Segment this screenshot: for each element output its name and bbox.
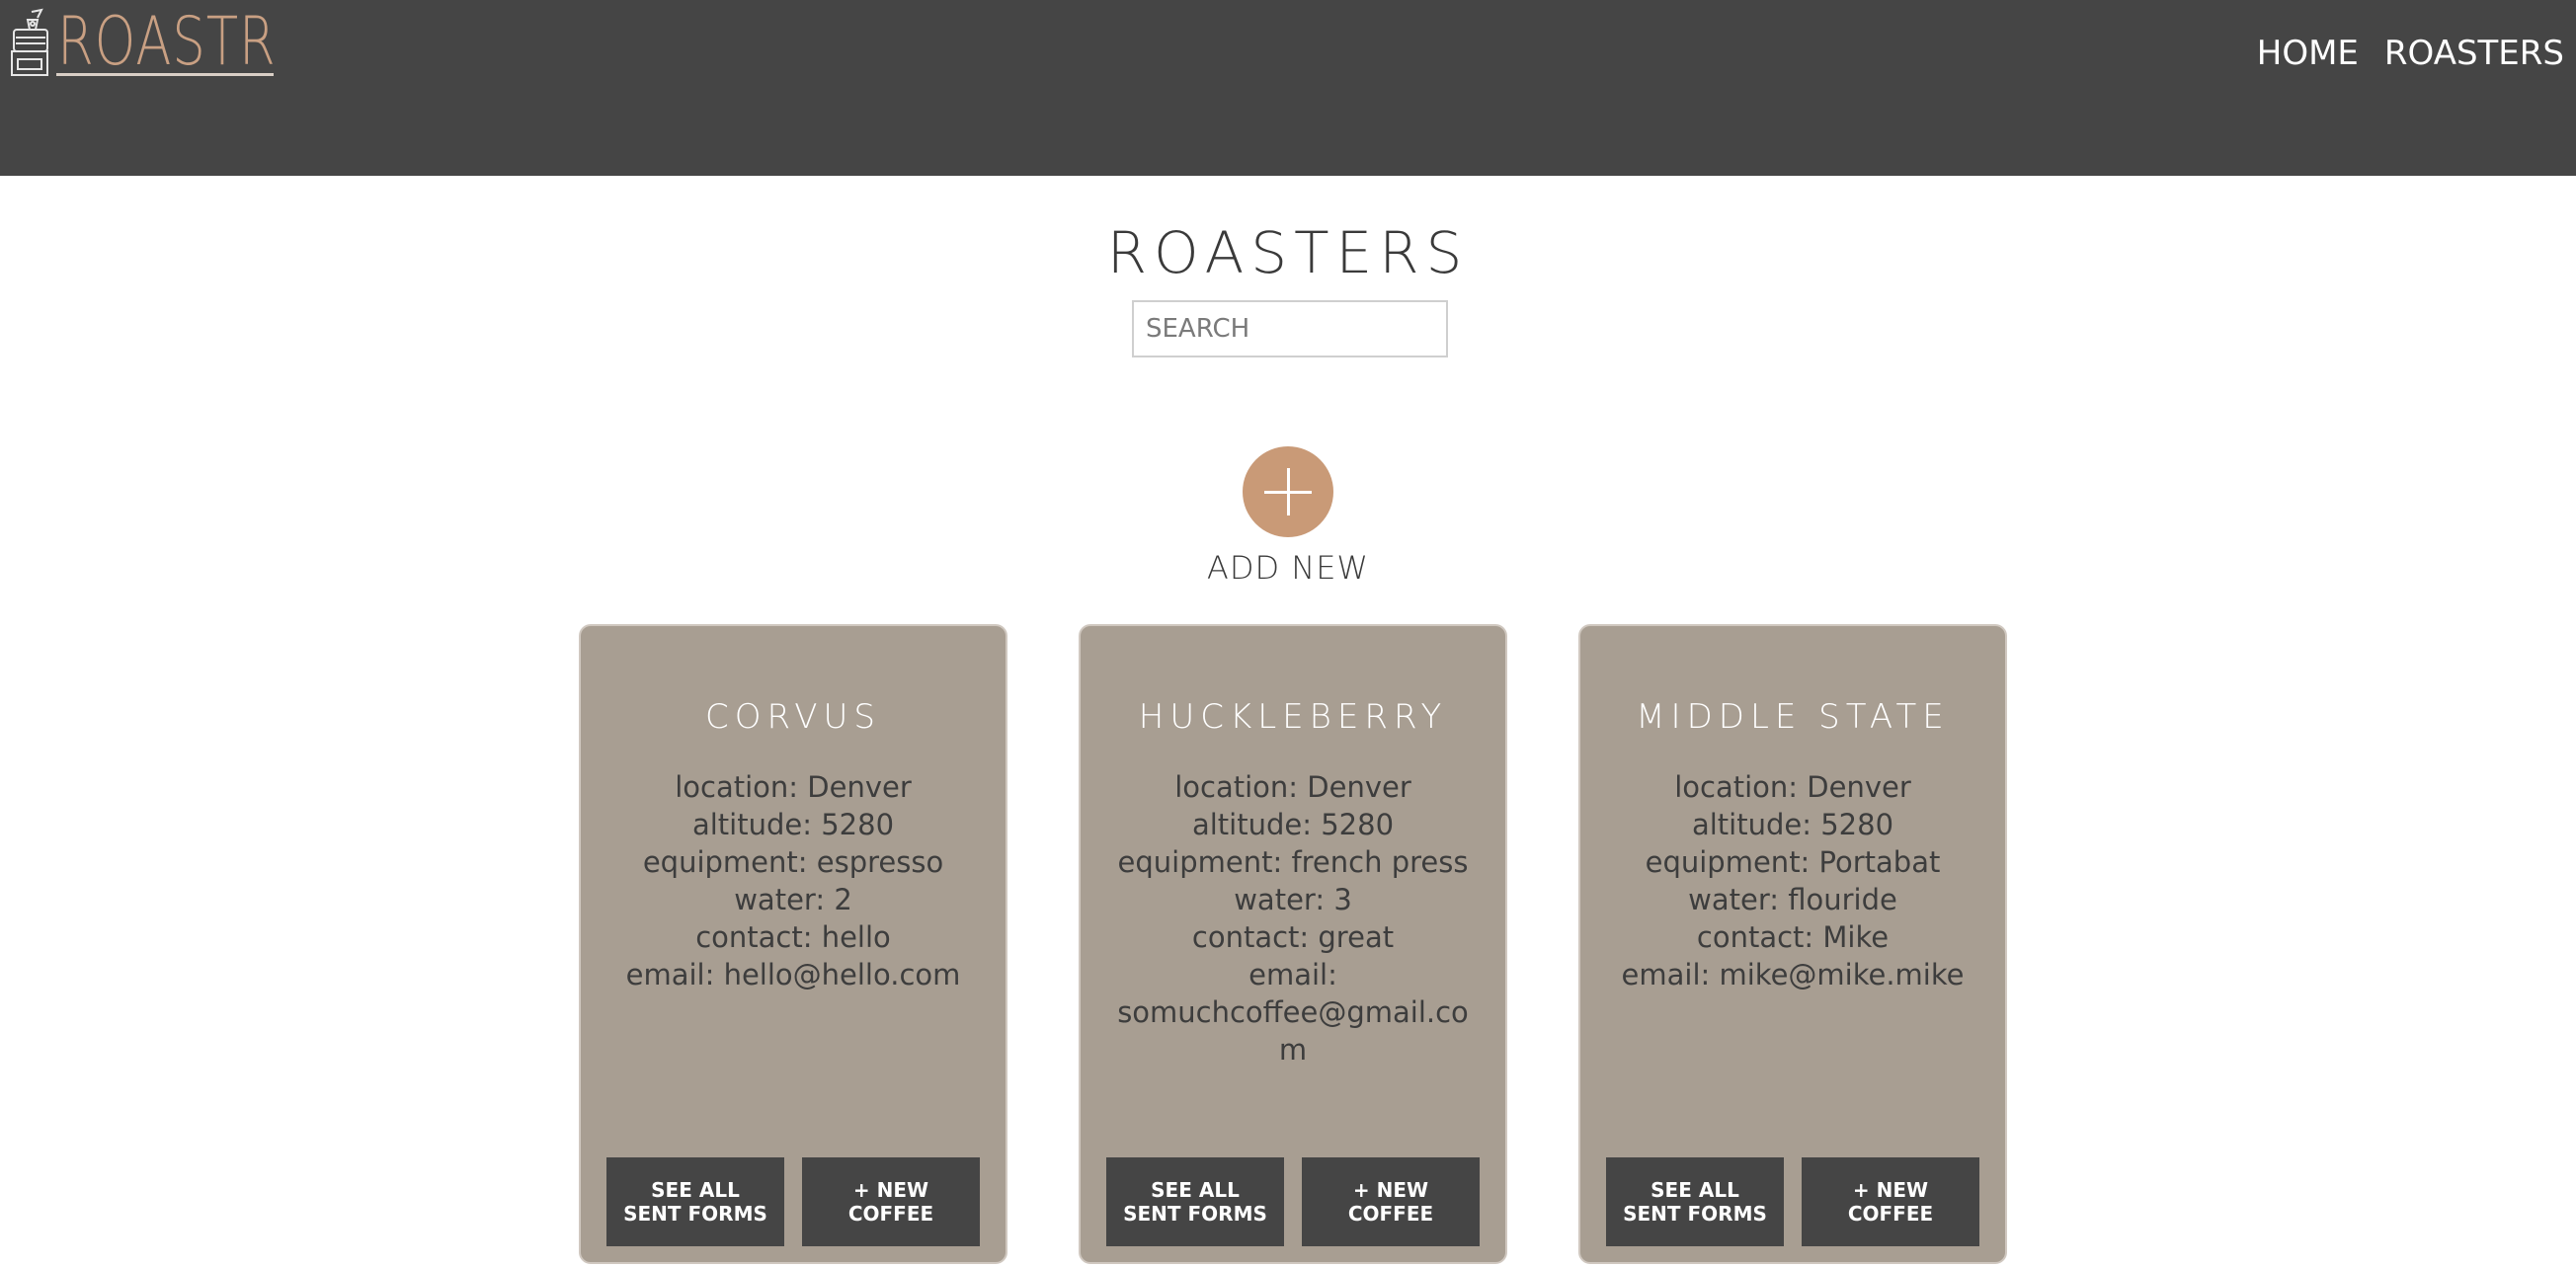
card-actions: SEE ALL SENT FORMS + NEW COFFEE — [606, 1157, 980, 1246]
roaster-name: HUCKLEBERRY — [1138, 697, 1448, 737]
card-actions: SEE ALL SENT FORMS + NEW COFFEE — [1606, 1157, 1979, 1246]
logo-link[interactable]: ROASTR — [8, 6, 338, 79]
roaster-email: email: mike@mike.mike — [1621, 958, 1965, 991]
roaster-contact: contact: great — [1191, 920, 1395, 954]
roaster-altitude: altitude: 5280 — [1691, 808, 1894, 841]
search-input[interactable] — [1132, 300, 1448, 357]
coffee-roaster-icon — [11, 8, 48, 76]
add-new-section: ADD NEW — [0, 446, 2576, 587]
nav-roasters-link[interactable]: ROASTERS — [2384, 34, 2564, 73]
main-nav: HOME ROASTERS — [2257, 34, 2564, 73]
roaster-altitude: altitude: 5280 — [1191, 808, 1395, 841]
roaster-location: location: Denver — [1674, 770, 1911, 804]
see-sent-forms-button[interactable]: SEE ALL SENT FORMS — [606, 1157, 784, 1246]
logo-wordmark: ROASTR — [57, 3, 277, 81]
roaster-email: email: somuchcoffee@gmail.com — [1117, 958, 1469, 1067]
roaster-contact: contact: hello — [695, 920, 891, 954]
roaster-cards: CORVUS location: Denver altitude: 5280 e… — [579, 624, 2007, 1264]
roaster-location: location: Denver — [675, 770, 912, 804]
roaster-email: email: hello@hello.com — [625, 958, 961, 991]
page-title: ROASTERS — [1106, 219, 1470, 286]
roaster-card: MIDDLE STATE location: Denver altitude: … — [1578, 624, 2007, 1264]
see-sent-forms-button[interactable]: SEE ALL SENT FORMS — [1606, 1157, 1784, 1246]
roaster-card: CORVUS location: Denver altitude: 5280 e… — [579, 624, 1007, 1264]
add-new-label[interactable]: ADD NEW — [0, 549, 2576, 587]
roaster-details: location: Denver altitude: 5280 equipmen… — [1580, 768, 2005, 993]
roaster-details: location: Denver altitude: 5280 equipmen… — [1081, 768, 1505, 1069]
nav-home-link[interactable]: HOME — [2257, 34, 2359, 73]
new-coffee-button[interactable]: + NEW COFFEE — [1302, 1157, 1480, 1246]
roaster-equipment: equipment: espresso — [642, 845, 944, 879]
roaster-details: location: Denver altitude: 5280 equipmen… — [581, 768, 1006, 993]
roaster-water: water: 3 — [1234, 883, 1352, 916]
roaster-water: water: 2 — [734, 883, 852, 916]
roaster-contact: contact: Mike — [1696, 920, 1890, 954]
roaster-card: HUCKLEBERRY location: Denver altitude: 5… — [1079, 624, 1507, 1264]
new-coffee-button[interactable]: + NEW COFFEE — [1802, 1157, 1979, 1246]
new-coffee-button[interactable]: + NEW COFFEE — [802, 1157, 980, 1246]
roaster-name: CORVUS — [705, 697, 881, 737]
roaster-location: location: Denver — [1174, 770, 1411, 804]
top-navbar: ROASTR HOME ROASTERS — [0, 0, 2576, 176]
roaster-name: MIDDLE STATE — [1636, 697, 1950, 737]
roaster-equipment: equipment: french press — [1117, 845, 1469, 879]
card-actions: SEE ALL SENT FORMS + NEW COFFEE — [1106, 1157, 1480, 1246]
add-roaster-button[interactable] — [1243, 446, 1333, 537]
see-sent-forms-button[interactable]: SEE ALL SENT FORMS — [1106, 1157, 1284, 1246]
roaster-altitude: altitude: 5280 — [691, 808, 895, 841]
logo-underline — [56, 73, 274, 76]
roaster-equipment: equipment: Portabat — [1645, 845, 1941, 879]
roaster-water: water: flouride — [1688, 883, 1897, 916]
